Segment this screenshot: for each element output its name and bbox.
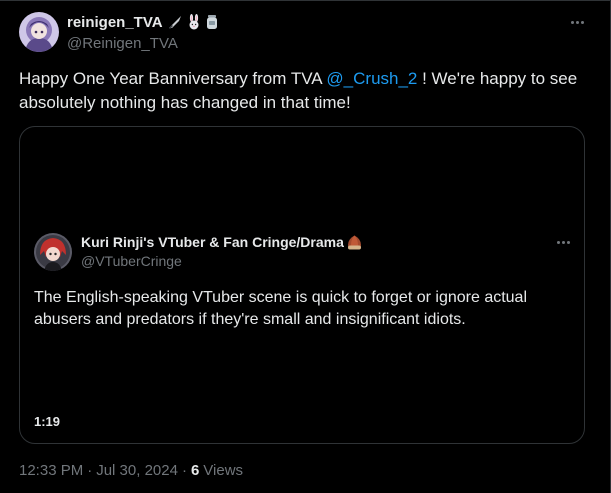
author-display-name[interactable]: reinigen_TVA [67,14,163,31]
quoted-more-options-button[interactable] [554,233,572,251]
quoted-author-avatar[interactable] [34,233,72,271]
meta-separator: · [87,462,93,479]
author-avatar[interactable] [19,12,59,52]
chestnut-icon [347,235,361,249]
quoted-handle[interactable]: @VTuberCringe [81,253,182,269]
mention-link[interactable]: @_Crush_2 [326,69,417,88]
tweet-text-before: Happy One Year Banniversary from TVA [19,69,327,88]
more-icon [570,20,584,24]
rabbit-icon [189,14,199,30]
more-options-button[interactable] [568,13,586,31]
quoted-tweet-card[interactable]: Kuri Rinji's VTuber & Fan Cringe/Drama @… [19,126,585,444]
video-duration-badge: 1:19 [34,414,61,429]
author-handle[interactable]: @Reinigen_TVA [67,35,178,52]
quoted-display-name[interactable]: Kuri Rinji's VTuber & Fan Cringe/Drama [81,234,344,250]
quoted-tweet-text: The English-speaking VTuber scene is qui… [34,289,528,328]
tweet-meta: 12:33 PM · Jul 30, 2024 · 6 Views [19,462,243,479]
views-label: Views [203,462,244,479]
tweet-date[interactable]: Jul 30, 2024 [96,462,178,479]
quoted-name-row: Kuri Rinji's VTuber & Fan Cringe/Drama [81,233,363,251]
author-emoji-group [167,14,219,30]
quoted-more-icon [556,240,570,244]
views-count: 6 [190,462,200,479]
knife-icon [168,16,181,29]
tweet-text: Happy One Year Banniversary from TVA @_C… [19,67,589,115]
meta-separator-2: · [181,462,187,479]
quoted-avatar-image [34,233,72,271]
tweet-post: reinigen_TVA @Reinigen_TVA Happy One Yea… [0,0,611,493]
author-avatar-image [19,12,59,52]
author-name-row: reinigen_TVA [67,13,219,31]
tweet-time[interactable]: 12:33 PM [19,462,83,479]
jar-icon [206,15,217,29]
